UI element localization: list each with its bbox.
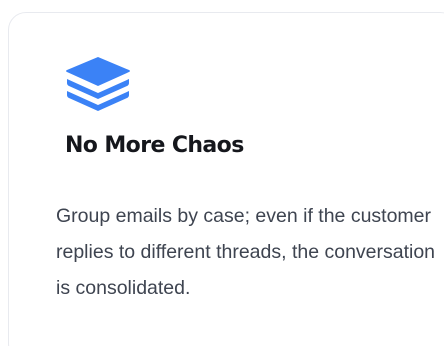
feature-card: No More Chaos Group emails by case; even… [8, 12, 444, 346]
card-title: No More Chaos [65, 133, 244, 158]
card-description: Group emails by case; even if the custom… [56, 205, 436, 299]
layers-icon [61, 53, 135, 113]
